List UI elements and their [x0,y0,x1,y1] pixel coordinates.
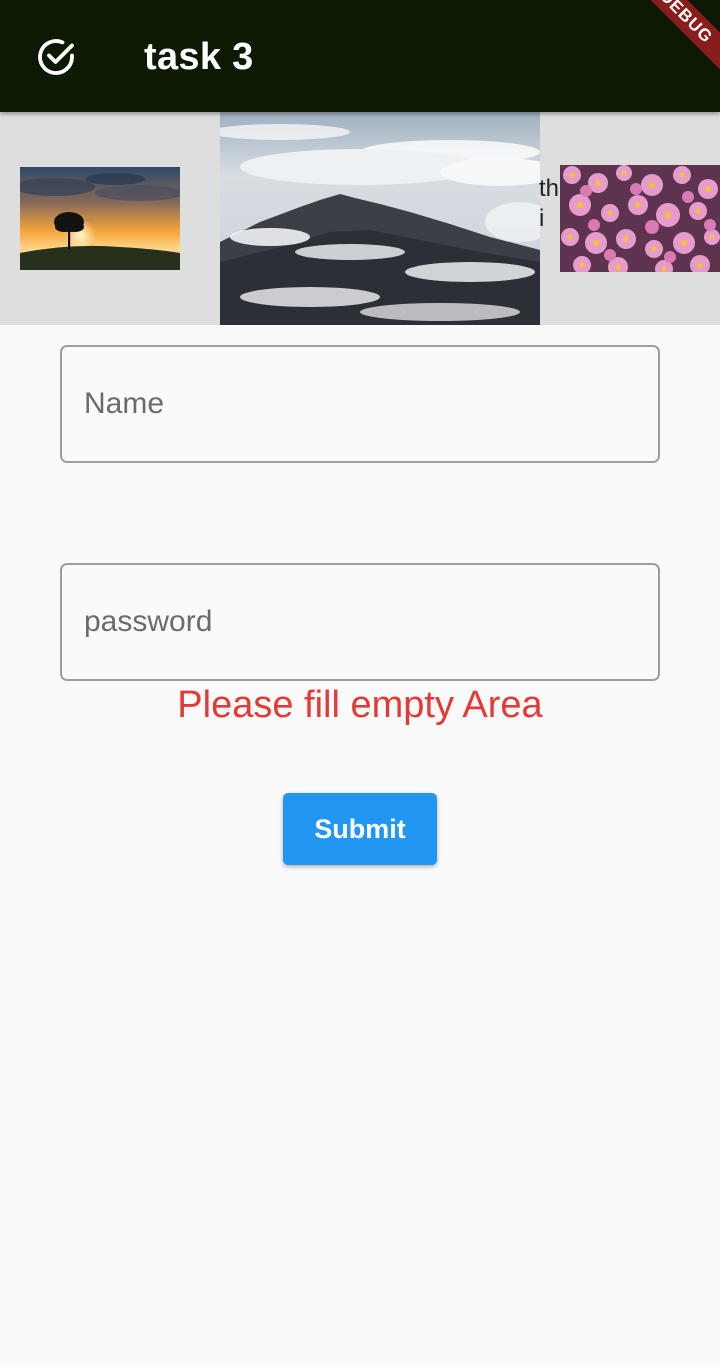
name-field[interactable] [60,345,660,463]
password-input[interactable] [84,565,634,679]
check-circle-icon[interactable] [34,35,78,79]
pink-flowers-image [560,165,720,272]
password-field[interactable] [60,563,660,681]
app-bar: task 3 DEBUG [0,0,720,112]
app-title: task 3 [144,36,254,78]
app-screen: task 3 DEBUG thi Name Please fill empty … [0,0,720,1365]
name-input[interactable] [84,347,634,461]
submit-button[interactable]: Submit [283,793,437,865]
sunset-tree-image [20,167,180,270]
error-message: Please fill empty Area [177,684,543,726]
debug-banner: DEBUG [606,0,720,97]
mountain-clouds-image [220,112,540,325]
overflow-text: thi [539,175,560,232]
image-gallery[interactable]: thi [0,112,720,325]
